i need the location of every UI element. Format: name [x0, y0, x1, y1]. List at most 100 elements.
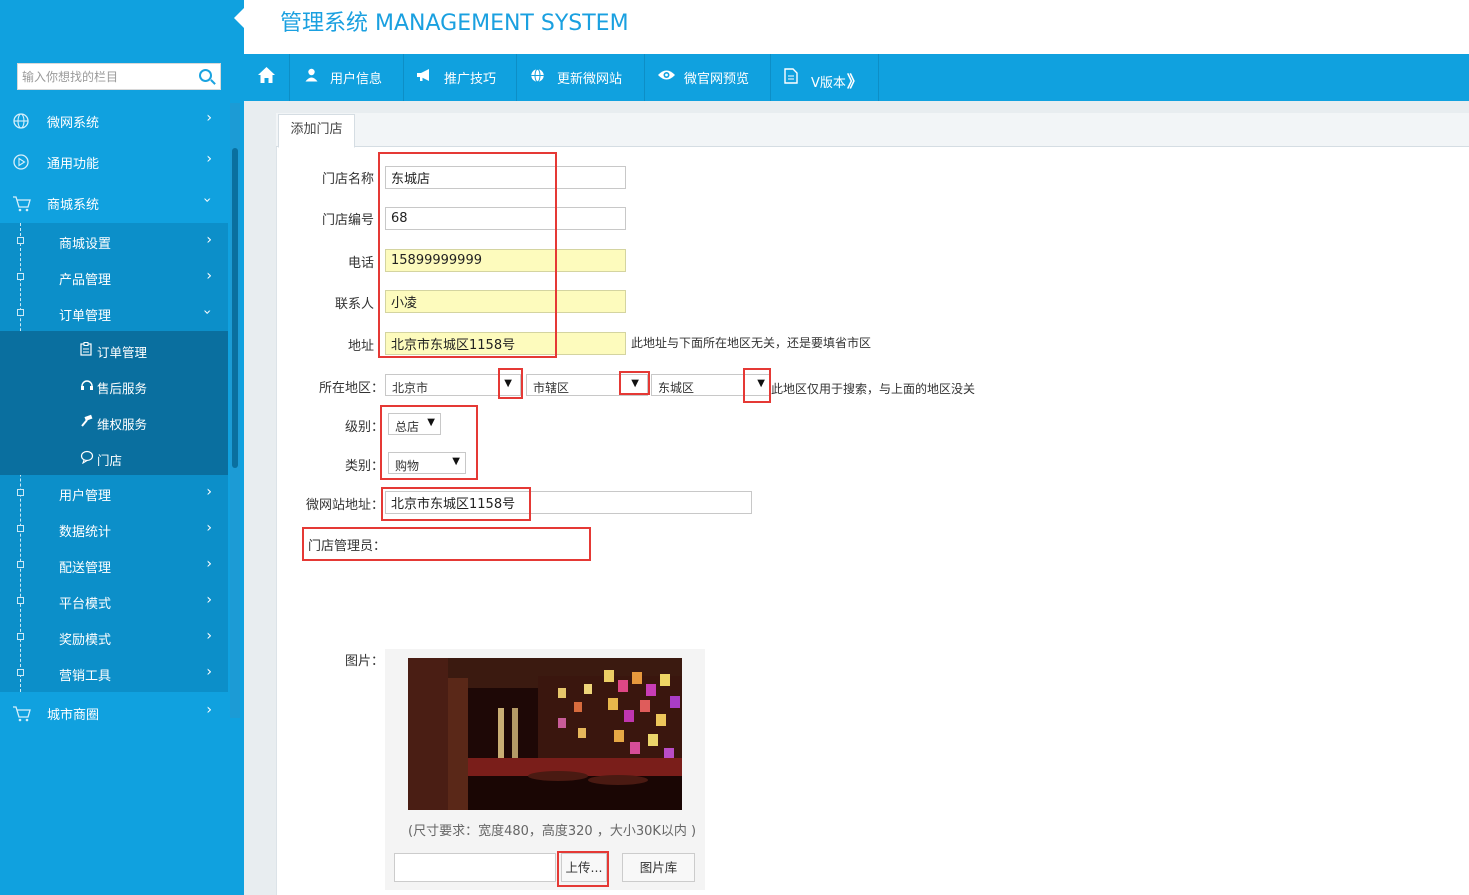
sidebar-search[interactable]	[17, 63, 221, 90]
nav-label: 推广技巧	[444, 72, 497, 87]
phone-input[interactable]	[385, 249, 626, 272]
chevron-down-icon: ›	[199, 197, 216, 203]
region-label: 所在地区：	[318, 381, 384, 396]
sidebar-item-label: 商城系统	[47, 198, 100, 213]
dropdown-arrow-icon: ▼	[631, 378, 639, 389]
chevron-right-icon: ›	[206, 592, 212, 608]
sidebar-item-label: 产品管理	[59, 273, 112, 288]
category-label: 类别：	[344, 459, 384, 474]
tab-strip	[276, 113, 1469, 147]
sidebar-item-label: 配送管理	[59, 561, 112, 576]
store-number-label: 门店编号	[321, 213, 374, 228]
sidebar-item-mall[interactable]: 商城系统 ›	[0, 182, 228, 223]
upload-button[interactable]: 上传...	[561, 853, 607, 882]
address-input[interactable]	[385, 332, 626, 355]
sidebar-item-stores[interactable]: 门店	[0, 439, 228, 475]
nav-version[interactable]: V版本》	[771, 54, 879, 101]
address-hint: 此地址与下面所在地区无关，还是要填省市区	[631, 336, 872, 350]
store-name-label: 门店名称	[321, 172, 374, 187]
home-icon	[257, 66, 276, 88]
sidebar-item-label: 平台模式	[59, 597, 112, 612]
search-input[interactable]	[18, 64, 188, 89]
sidebar-item-label: 订单管理	[97, 345, 148, 360]
nav-update-site[interactable]: 更新微网站	[517, 54, 645, 101]
sidebar-item-mall-settings[interactable]: 商城设置 ›	[0, 223, 228, 259]
province-select[interactable]: 北京市 ▼	[385, 374, 521, 396]
top-navigation: 用户信息 推广技巧 更新微网站 微官网预览 V版本》	[244, 54, 1469, 101]
contact-input[interactable]	[385, 290, 626, 313]
chevron-right-icon: ›	[206, 484, 212, 500]
search-icon[interactable]	[199, 69, 212, 82]
nav-label: 用户信息	[330, 72, 383, 87]
site-address-label: 微网站地址：	[305, 498, 384, 513]
dropdown-arrow-icon: ▼	[427, 417, 435, 428]
sidebar-item-order-management[interactable]: 订单管理	[0, 331, 228, 367]
category-select[interactable]: 购物 ▼	[388, 452, 466, 474]
city-select[interactable]: 市辖区 ▼	[526, 374, 648, 396]
sidebar-item-label: 营销工具	[59, 669, 112, 684]
city-value: 市辖区	[533, 381, 570, 395]
sidebar: 微网系统 › 通用功能 › 商城系统 › 商城设置 › 产品管理 ›	[0, 0, 244, 895]
dropdown-arrow-icon: ▼	[504, 378, 512, 389]
brand-title: 管理系统 MANAGEMENT SYSTEM	[280, 11, 629, 36]
sidebar-item-marketing[interactable]: 营销工具 ›	[0, 655, 228, 691]
image-size-note: (尺寸要求：宽度480，高度320 ，大小30K以内 )	[408, 824, 697, 839]
upload-path-field[interactable]	[394, 853, 556, 882]
cart-icon	[12, 704, 31, 722]
sidebar-scroll-thumb[interactable]	[232, 148, 238, 468]
nav-user-info[interactable]: 用户信息	[290, 54, 404, 101]
sidebar-notch	[234, 8, 244, 28]
sidebar-item-label: 微网系统	[47, 116, 100, 131]
store-name-input[interactable]	[385, 166, 626, 189]
chat-icon	[80, 450, 94, 467]
sidebar-item-statistics[interactable]: 数据统计 ›	[0, 511, 228, 547]
level-value: 总店	[395, 420, 420, 434]
sidebar-item-label: 维权服务	[97, 417, 148, 432]
sidebar-item-label: 城市商圈	[47, 708, 100, 723]
sidebar-item-rights[interactable]: 维权服务	[0, 403, 228, 439]
home-button[interactable]	[244, 54, 290, 101]
level-select[interactable]: 总店 ▼	[388, 413, 441, 435]
district-value: 东城区	[658, 381, 695, 395]
gallery-button[interactable]: 图片库	[622, 853, 695, 882]
sidebar-item-products[interactable]: 产品管理 ›	[0, 259, 228, 295]
sidebar-item-delivery[interactable]: 配送管理 ›	[0, 547, 228, 583]
clipboard-icon	[80, 342, 92, 359]
sidebar-item-after-sales[interactable]: 售后服务	[0, 367, 228, 403]
globe-icon	[530, 68, 545, 87]
sidebar-item-platform[interactable]: 平台模式 ›	[0, 583, 228, 619]
site-address-input[interactable]	[385, 491, 752, 514]
eye-icon	[657, 68, 676, 86]
nav-label: 微官网预览	[684, 72, 750, 87]
store-number-input[interactable]	[385, 207, 626, 230]
chevron-right-icon: ›	[206, 702, 212, 718]
sidebar-item-label: 数据统计	[59, 525, 112, 540]
chevron-right-icon: ›	[206, 664, 212, 680]
sidebar-item-label: 售后服务	[97, 381, 148, 396]
sidebar-item-label: 商城设置	[59, 237, 112, 252]
region-hint: 此地区仅用于搜索，与上面的地区没关	[771, 382, 976, 396]
chevron-right-icon: ›	[206, 520, 212, 536]
sidebar-item-rewards[interactable]: 奖励模式 ›	[0, 619, 228, 655]
district-select[interactable]: 东城区 ▼	[651, 374, 771, 396]
globe-icon	[12, 112, 30, 130]
cart-icon	[12, 194, 31, 212]
sidebar-item-label: 门店	[97, 453, 123, 468]
headset-icon	[80, 378, 94, 395]
chevron-right-icon: ›	[206, 268, 212, 284]
sidebar-item-label: 用户管理	[59, 489, 112, 504]
sidebar-item-label: 订单管理	[59, 309, 112, 324]
nav-site-preview[interactable]: 微官网预览	[645, 54, 771, 101]
sidebar-item-users[interactable]: 用户管理 ›	[0, 475, 228, 511]
sidebar-item-weiwang[interactable]: 微网系统 ›	[0, 100, 228, 141]
store-photo	[408, 658, 682, 810]
sidebar-item-orders[interactable]: 订单管理 ›	[0, 295, 228, 331]
chevron-right-icon: ›	[206, 110, 212, 126]
sidebar-item-label: 通用功能	[47, 157, 100, 172]
nav-promotion-tips[interactable]: 推广技巧	[404, 54, 517, 101]
phone-label: 电话	[347, 256, 374, 271]
sidebar-item-city-circle[interactable]: 城市商圈 ›	[0, 692, 228, 733]
sidebar-item-common[interactable]: 通用功能 ›	[0, 141, 228, 182]
nav-label: 更新微网站	[557, 72, 623, 87]
tab-add-store[interactable]: 添加门店	[278, 114, 355, 148]
